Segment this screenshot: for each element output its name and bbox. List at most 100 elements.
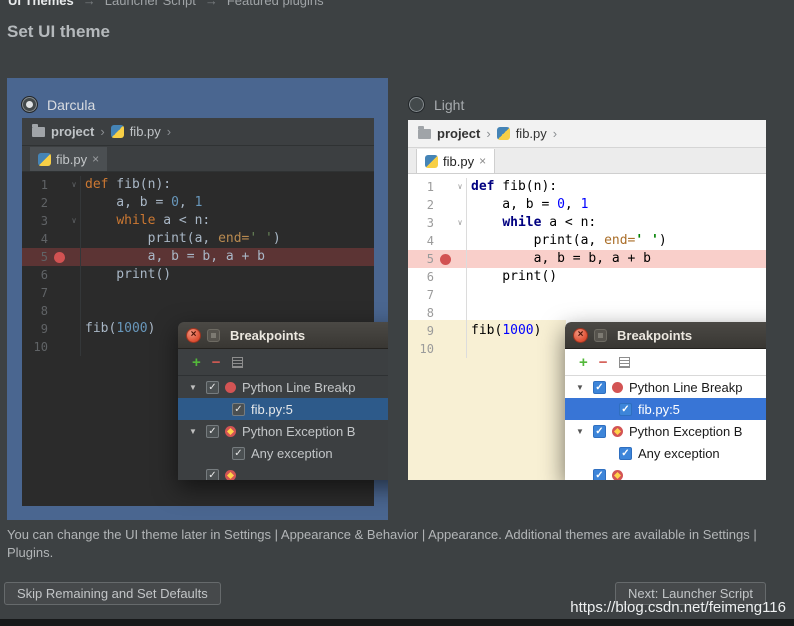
code-text: def fib(n): xyxy=(81,176,171,194)
exception-breakpoint-icon xyxy=(225,470,236,481)
checkbox[interactable]: ✓ xyxy=(206,469,219,481)
close-icon[interactable]: × xyxy=(186,328,201,343)
expand-arrow-icon[interactable]: ▼ xyxy=(573,383,587,392)
radio-light[interactable] xyxy=(408,96,425,113)
code-text xyxy=(467,286,471,304)
breadcrumb-separator: → xyxy=(205,0,218,8)
group-by-icon[interactable] xyxy=(232,357,243,368)
code-line: 3∨ while a < n: xyxy=(408,214,766,232)
line-number: 10 xyxy=(22,338,52,356)
breakpoint-tree-item[interactable]: ✓ xyxy=(565,464,766,480)
code-text: print() xyxy=(467,268,557,286)
code-line: 8 xyxy=(22,302,374,320)
add-breakpoint-button[interactable]: + xyxy=(579,355,588,370)
expand-arrow-icon[interactable]: ▼ xyxy=(186,427,200,436)
gutter-icon-area xyxy=(52,338,68,356)
skip-defaults-button[interactable]: Skip Remaining and Set Defaults xyxy=(4,582,221,605)
breakpoint-tree-item[interactable]: ✓ fib.py:5 xyxy=(178,398,388,420)
add-breakpoint-button[interactable]: + xyxy=(192,355,201,370)
code-line: 1∨def fib(n): xyxy=(408,178,766,196)
checkbox[interactable]: ✓ xyxy=(619,447,632,460)
radio-darcula[interactable] xyxy=(21,96,38,113)
close-tab-icon: × xyxy=(479,155,486,167)
expand-arrow-icon[interactable]: ▼ xyxy=(186,383,200,392)
code-text: def fib(n): xyxy=(467,178,557,196)
folder-icon xyxy=(418,129,431,139)
dialog-title: Breakpoints xyxy=(230,328,305,343)
radio-row-light[interactable]: Light xyxy=(400,78,781,118)
checkbox[interactable]: ✓ xyxy=(593,381,606,394)
code-text: a, b = 0, 1 xyxy=(467,196,588,214)
checkbox[interactable]: ✓ xyxy=(619,403,632,416)
breakpoints-tree: ▼✓Python Line Breakp✓fib.py:5▼✓Python Ex… xyxy=(565,376,766,480)
editor-tab-bar: fib.py × xyxy=(22,146,374,172)
checkbox[interactable]: ✓ xyxy=(593,425,606,438)
remove-breakpoint-button[interactable]: − xyxy=(212,355,221,370)
breakpoint-tree-item[interactable]: ▼✓Python Exception B xyxy=(565,420,766,442)
breakpoint-tree-item[interactable]: ▼✓Python Line Breakp xyxy=(565,376,766,398)
line-number: 2 xyxy=(22,194,52,212)
window-icon xyxy=(594,329,607,342)
gutter-icon-area xyxy=(52,266,68,284)
gutter-icon-area xyxy=(52,176,68,194)
line-number: 8 xyxy=(408,304,438,322)
fold-marker-icon xyxy=(68,266,81,284)
gutter-icon-area xyxy=(52,320,68,338)
python-file-icon xyxy=(111,125,124,138)
checkbox[interactable]: ✓ xyxy=(206,381,219,394)
code-text: while a < n: xyxy=(81,212,210,230)
code-text: print() xyxy=(81,266,171,284)
expand-arrow-icon[interactable]: ▼ xyxy=(573,427,587,436)
chevron-right-icon: › xyxy=(100,124,104,139)
breakpoint-tree-item[interactable]: ▼✓Python Line Breakp xyxy=(178,376,388,398)
checkbox[interactable]: ✓ xyxy=(232,447,245,460)
exception-breakpoint-icon xyxy=(225,426,236,437)
dialog-title: Breakpoints xyxy=(617,328,692,343)
page-title: Set UI theme xyxy=(7,22,110,42)
code-line: 2 a, b = 0, 1 xyxy=(408,196,766,214)
code-line: 7 xyxy=(22,284,374,302)
group-by-icon[interactable] xyxy=(619,357,630,368)
theme-card-light[interactable]: Light project › fib.py › fib.py × 1∨def xyxy=(400,78,781,520)
breadcrumb-step-ui-themes: UI Themes xyxy=(8,0,74,8)
code-text: while a < n: xyxy=(467,214,596,232)
radio-row-darcula[interactable]: Darcula xyxy=(7,78,388,118)
theme-card-darcula[interactable]: Darcula project › fib.py › fib.py × 1∨de… xyxy=(7,78,388,520)
gutter-icon-area xyxy=(438,250,454,268)
breakpoint-tree-item[interactable]: ✓ xyxy=(178,464,388,480)
checkbox[interactable]: ✓ xyxy=(232,403,245,416)
code-text: print(a, end=' ') xyxy=(81,230,281,248)
lightning-icon xyxy=(614,427,621,434)
code-text: a, b = 0, 1 xyxy=(81,194,202,212)
close-icon[interactable]: × xyxy=(573,328,588,343)
breakpoints-dialog: × Breakpoints + − ▼✓Python Line Breakp✓f… xyxy=(178,322,388,480)
editor-breadcrumb: project › fib.py › xyxy=(22,118,374,146)
breakpoint-tree-item[interactable]: ✓fib.py:5 xyxy=(565,398,766,420)
gutter-icon-area xyxy=(438,286,454,304)
tree-item-label: fib.py:5 xyxy=(251,402,293,417)
code-line: 8 xyxy=(408,304,766,322)
breakpoint-tree-item[interactable]: ▼✓Python Exception B xyxy=(178,420,388,442)
editor-tab-bar: fib.py × xyxy=(408,148,766,174)
line-number: 2 xyxy=(408,196,438,214)
line-number: 5 xyxy=(408,250,438,268)
breakpoint-tree-item[interactable]: ✓Any exception xyxy=(565,442,766,464)
bottom-strip xyxy=(0,619,794,626)
tab-fib-py: fib.py × xyxy=(416,149,495,173)
remove-breakpoint-button[interactable]: − xyxy=(599,355,608,370)
line-number: 5 xyxy=(22,248,52,266)
lightning-icon xyxy=(227,427,234,434)
watermark: https://blog.csdn.net/feimeng116 xyxy=(570,599,786,616)
breadcrumb: UI Themes → Launcher Script → Featured p… xyxy=(8,0,324,8)
theme-label-darcula: Darcula xyxy=(47,97,95,113)
line-number: 4 xyxy=(22,230,52,248)
window-icon xyxy=(207,329,220,342)
breadcrumb-step-launcher-script: Launcher Script xyxy=(105,0,196,8)
fold-marker-icon xyxy=(454,268,467,286)
tab-fib-py: fib.py × xyxy=(30,147,107,171)
checkbox[interactable]: ✓ xyxy=(593,469,606,481)
checkbox[interactable]: ✓ xyxy=(206,425,219,438)
lightning-icon xyxy=(227,471,234,478)
breakpoint-tree-item[interactable]: ✓Any exception xyxy=(178,442,388,464)
line-number: 7 xyxy=(22,284,52,302)
